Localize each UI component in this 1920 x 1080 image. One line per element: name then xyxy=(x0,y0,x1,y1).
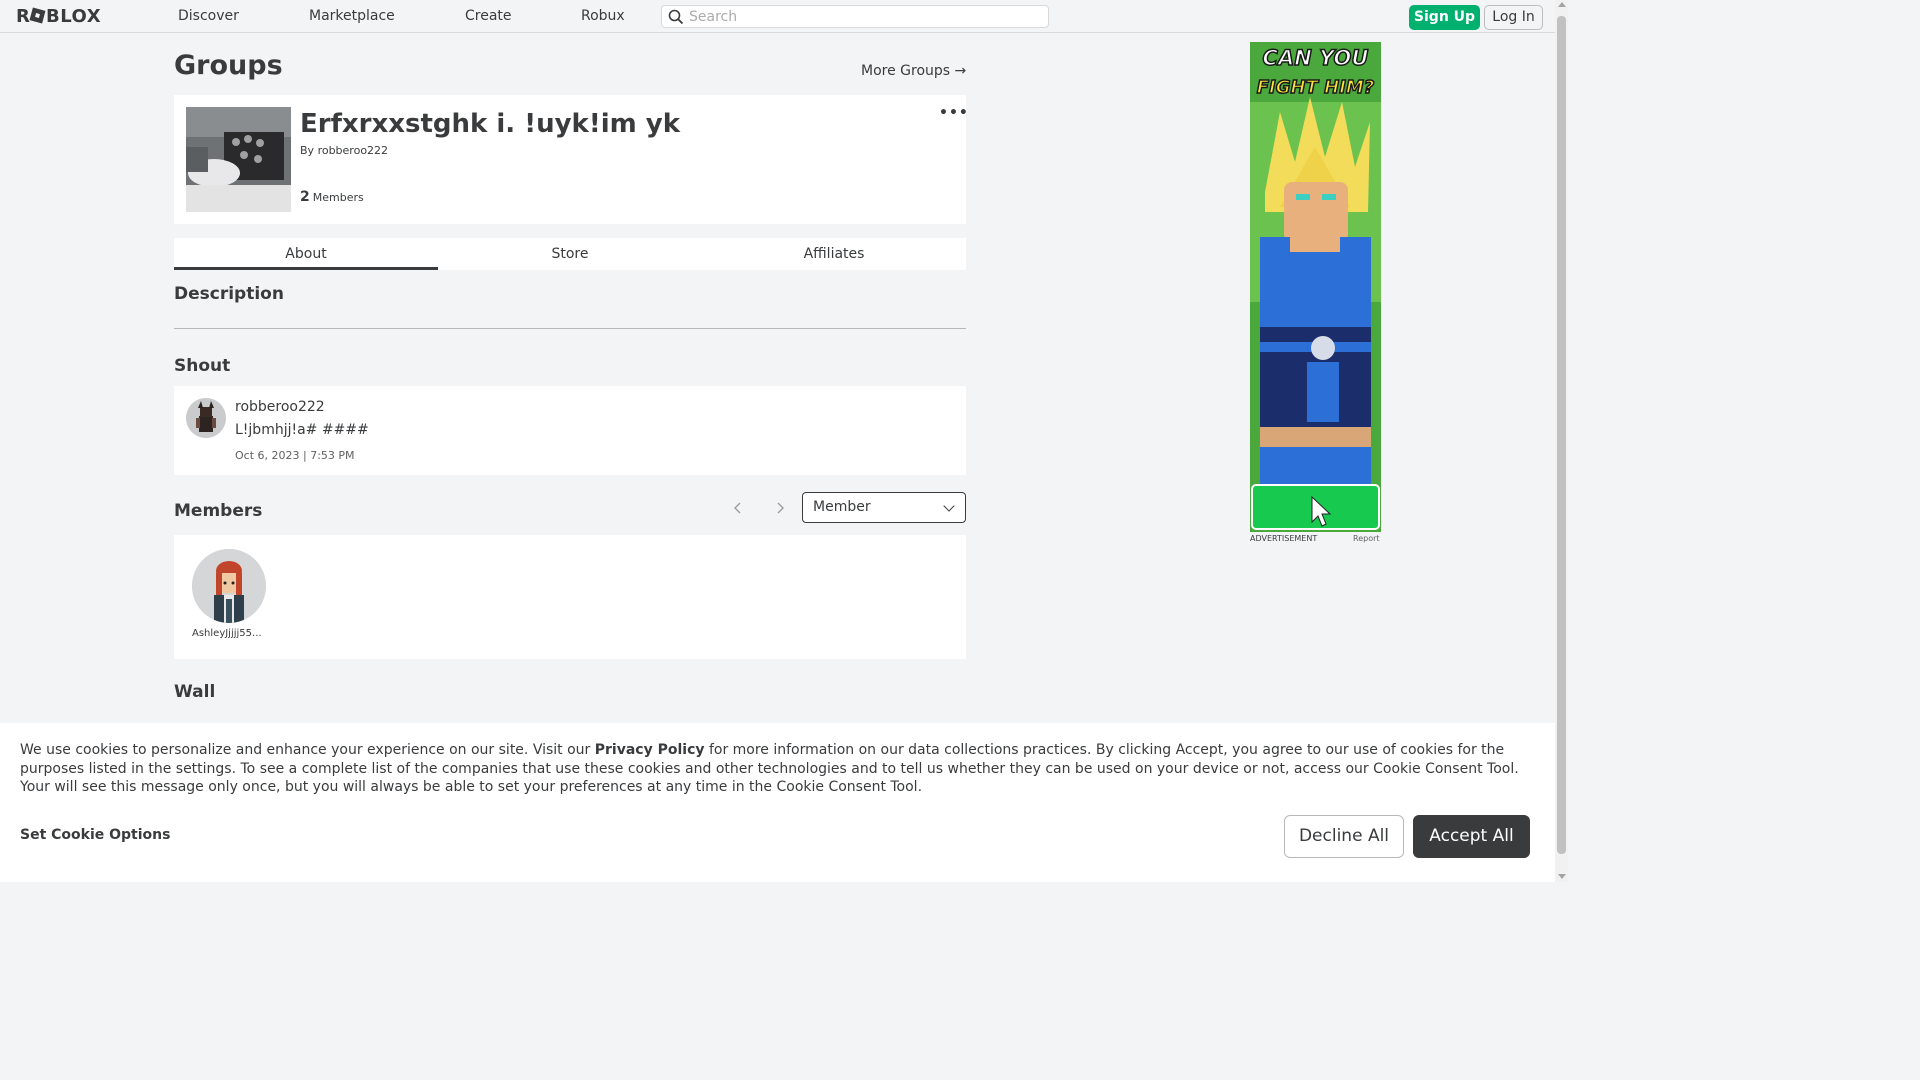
ad-headline-line1: CAN YOU xyxy=(1262,45,1369,71)
shout-timestamp: Oct 6, 2023 | 7:53 PM xyxy=(235,449,355,462)
description-divider xyxy=(174,328,966,329)
svg-text:R: R xyxy=(16,6,30,26)
shout-username-link[interactable]: robberoo222 xyxy=(235,399,325,415)
group-owner-line: By robberoo222 xyxy=(300,144,388,157)
group-header-card: Erfxrxxstghk i. !uyk!im yk By robberoo22… xyxy=(174,95,969,224)
search-input[interactable] xyxy=(689,7,1039,26)
role-select-value: Member xyxy=(813,499,871,515)
nav-robux[interactable]: Robux xyxy=(581,8,625,24)
pager-next-icon[interactable] xyxy=(774,500,790,516)
page-title: Groups xyxy=(174,50,283,81)
tab-affiliates[interactable]: Affiliates xyxy=(702,238,966,270)
top-navbar: R BLOX Discover Marketplace Create Robux… xyxy=(0,0,1555,33)
nav-discover[interactable]: Discover xyxy=(178,8,239,24)
ad-headline: CAN YOU FIGHT HIM? xyxy=(1254,44,1377,102)
member-count-value: 2 xyxy=(300,189,310,205)
members-card: AshleyJjjjj55... xyxy=(174,535,966,659)
scroll-thumb[interactable] xyxy=(1557,16,1566,854)
search-box[interactable] xyxy=(661,5,1049,28)
group-owner-link[interactable]: robberoo222 xyxy=(318,144,388,157)
ad-report-link[interactable]: Report xyxy=(1353,534,1380,543)
description-heading: Description xyxy=(174,284,284,304)
scroll-down-arrow-icon[interactable] xyxy=(1558,874,1566,879)
signup-button[interactable]: Sign Up xyxy=(1409,5,1480,30)
cookie-message: We use cookies to personalize and enhanc… xyxy=(20,741,1540,797)
group-emblem-image xyxy=(186,107,291,212)
svg-text:BLOX: BLOX xyxy=(46,6,101,26)
page-scrollbar[interactable] xyxy=(1555,0,1568,882)
shout-card: robberoo222 L!jbmhjj!a# #### Oct 6, 2023… xyxy=(174,386,966,475)
privacy-policy-link[interactable]: Privacy Policy xyxy=(595,742,705,758)
set-cookie-options-link[interactable]: Set Cookie Options xyxy=(20,827,170,843)
ad-creative-image xyxy=(1250,42,1381,532)
nav-create[interactable]: Create xyxy=(465,8,512,24)
group-tabs: About Store Affiliates xyxy=(174,238,966,270)
cookie-text-before: We use cookies to personalize and enhanc… xyxy=(20,742,595,758)
more-options-icon[interactable]: ••• xyxy=(939,105,969,121)
member-role-select[interactable]: Member xyxy=(802,492,966,523)
search-icon[interactable] xyxy=(668,9,684,25)
accept-all-button[interactable]: Accept All xyxy=(1413,815,1530,858)
group-by-prefix: By xyxy=(300,144,315,157)
group-name: Erfxrxxstghk i. !uyk!im yk xyxy=(300,109,680,139)
cookie-banner: We use cookies to personalize and enhanc… xyxy=(0,723,1555,882)
decline-all-button[interactable]: Decline All xyxy=(1284,815,1404,858)
nav-marketplace[interactable]: Marketplace xyxy=(309,8,395,24)
member-name[interactable]: AshleyJjjjj55... xyxy=(192,628,272,639)
roblox-logo-icon: R BLOX xyxy=(16,6,101,27)
member-avatar[interactable] xyxy=(192,549,266,623)
tab-store[interactable]: Store xyxy=(438,238,702,270)
advertisement-banner[interactable]: CAN YOU FIGHT HIM? xyxy=(1250,42,1381,532)
roblox-logo[interactable]: R BLOX xyxy=(16,6,114,31)
scroll-up-arrow-icon[interactable] xyxy=(1558,2,1566,7)
member-count-label: Members xyxy=(312,191,364,204)
pager-prev-icon[interactable] xyxy=(732,500,748,516)
shout-heading: Shout xyxy=(174,356,231,376)
shout-message: L!jbmhjj!a# #### xyxy=(235,422,369,438)
wall-heading: Wall xyxy=(174,682,216,702)
group-member-count: 2 Members xyxy=(300,189,364,205)
more-groups-link[interactable]: More Groups → xyxy=(861,63,966,79)
login-button[interactable]: Log In xyxy=(1484,5,1543,30)
ad-headline-line2: FIGHT HIM? xyxy=(1256,76,1375,99)
ad-label: ADVERTISEMENT xyxy=(1250,534,1318,543)
members-heading: Members xyxy=(174,501,263,521)
tab-about[interactable]: About xyxy=(174,238,438,270)
chevron-down-icon xyxy=(943,500,955,512)
shout-avatar[interactable] xyxy=(186,398,226,438)
